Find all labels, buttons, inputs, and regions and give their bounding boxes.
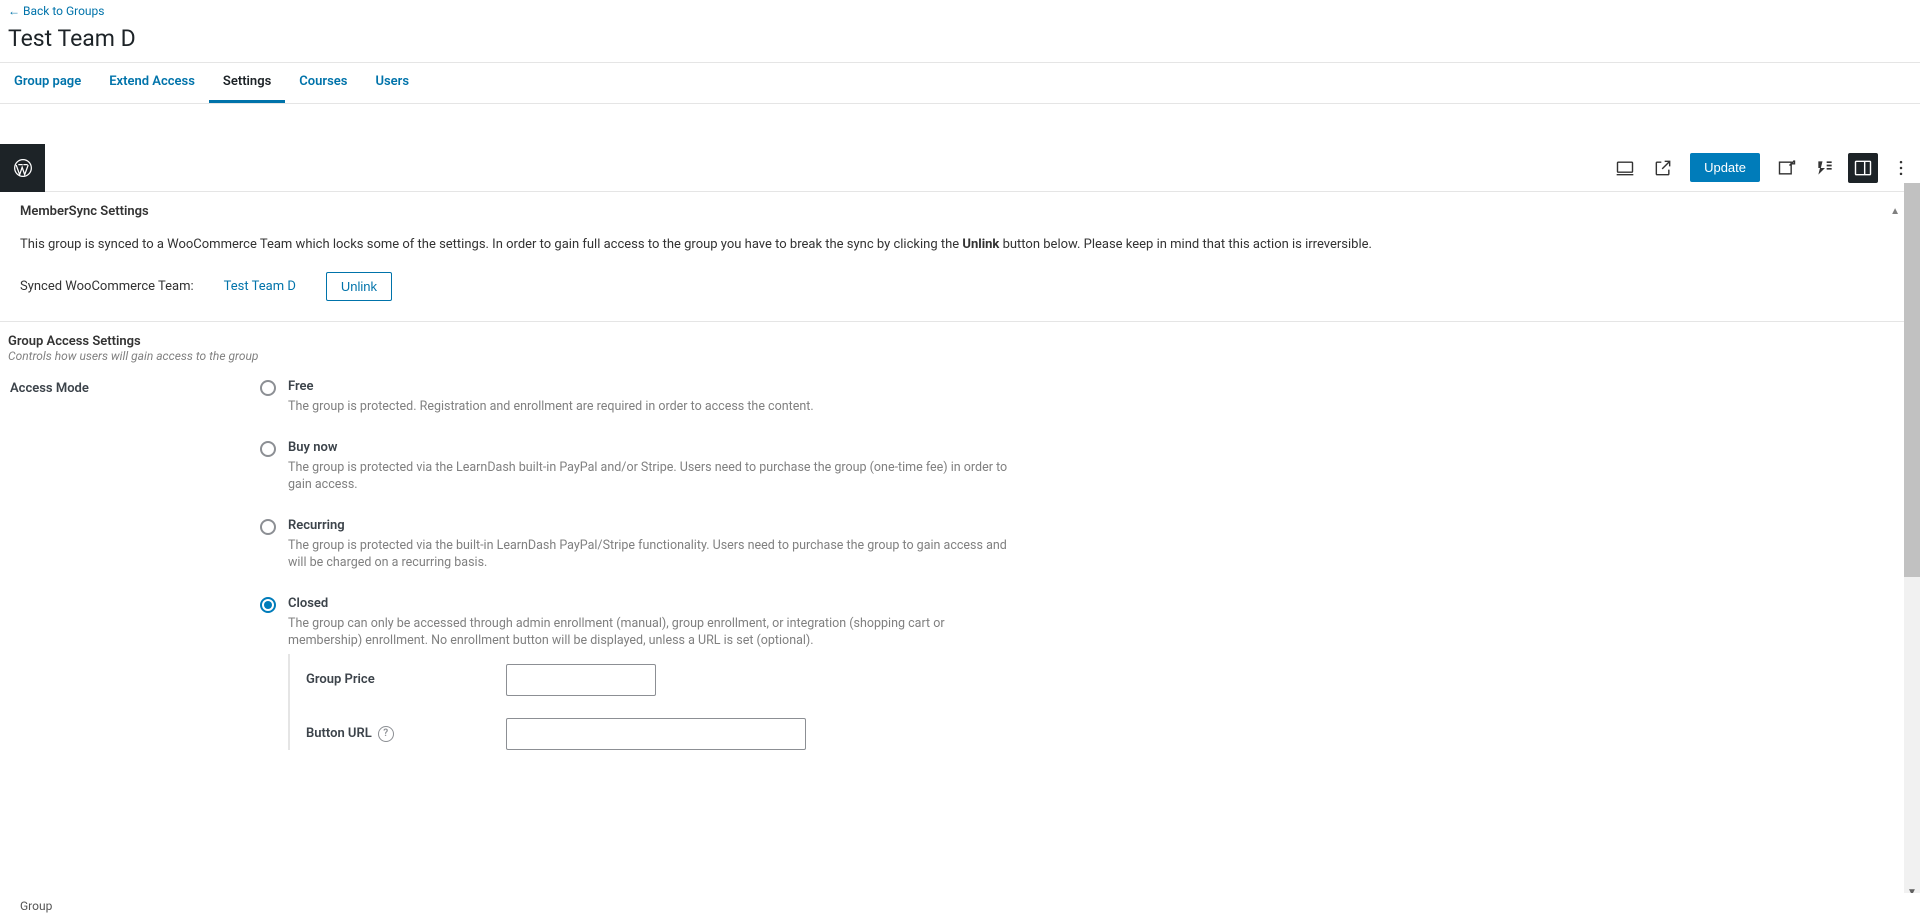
editor-toolbar: Update [0,144,1920,192]
tab-settings[interactable]: Settings [209,63,285,103]
radio-description: The group can only be accessed through a… [288,615,1020,650]
collapse-icon[interactable]: ▲ [1890,206,1900,217]
scrollbar[interactable]: ▲ ▼ [1904,183,1920,899]
update-button[interactable]: Update [1690,153,1760,182]
synced-team-link[interactable]: Test Team D [224,279,296,294]
membersync-panel: MemberSync Settings ▲ This group is sync… [0,192,1920,322]
button-url-input[interactable] [506,718,806,750]
access-mode-buy-now[interactable]: Buy now The group is protected via the L… [260,440,1020,494]
radio-description: The group is protected via the built-in … [288,537,1020,572]
access-mode-free[interactable]: Free The group is protected. Registratio… [260,379,1020,416]
radio-icon[interactable] [260,380,276,396]
access-mode-recurring[interactable]: Recurring The group is protected via the… [260,518,1020,572]
radio-description: The group is protected. Registration and… [288,398,1020,416]
membersync-title: MemberSync Settings [20,204,149,219]
page-title: Test Team D [0,23,1920,62]
unlink-button[interactable]: Unlink [326,272,392,301]
back-to-groups-link[interactable]: ← Back to Groups [8,4,104,18]
tab-group-page[interactable]: Group page [0,63,95,103]
radio-description: The group is protected via the LearnDash… [288,459,1020,494]
tab-extend-access[interactable]: Extend Access [95,63,209,103]
wordpress-logo-icon[interactable] [0,144,45,192]
access-subtitle: Controls how users will gain access to t… [0,349,1920,369]
button-url-label: Button URL [306,726,372,741]
group-price-input[interactable] [506,664,656,696]
tab-users[interactable]: Users [361,63,423,103]
learndash-icon[interactable] [1810,153,1840,183]
radio-icon[interactable] [260,597,276,613]
edit-icon[interactable] [1772,153,1802,183]
access-mode-closed[interactable]: Closed The group can only be accessed th… [260,596,1020,750]
access-mode-label: Access Mode [10,381,260,396]
sidebar-toggle-icon[interactable] [1848,153,1878,183]
synced-team-label: Synced WooCommerce Team: [20,279,194,294]
tabs: Group page Extend Access Settings Course… [0,62,1920,104]
help-icon[interactable]: ? [378,726,394,742]
scrollbar-thumb[interactable] [1904,183,1920,577]
access-title: Group Access Settings [8,334,141,349]
radio-label: Closed [288,596,1020,611]
radio-label: Recurring [288,518,1020,533]
footer-breadcrumb: Group [0,893,1920,919]
more-options-icon[interactable] [1886,153,1916,183]
tab-courses[interactable]: Courses [285,63,361,103]
group-price-label: Group Price [306,672,506,687]
view-device-icon[interactable] [1610,153,1640,183]
radio-icon[interactable] [260,441,276,457]
group-access-panel: Group Access Settings ▲ Controls how use… [0,322,1920,762]
external-link-icon[interactable] [1648,153,1678,183]
radio-icon[interactable] [260,519,276,535]
membersync-description: This group is synced to a WooCommerce Te… [20,237,1900,252]
radio-label: Free [288,379,1020,394]
radio-label: Buy now [288,440,1020,455]
